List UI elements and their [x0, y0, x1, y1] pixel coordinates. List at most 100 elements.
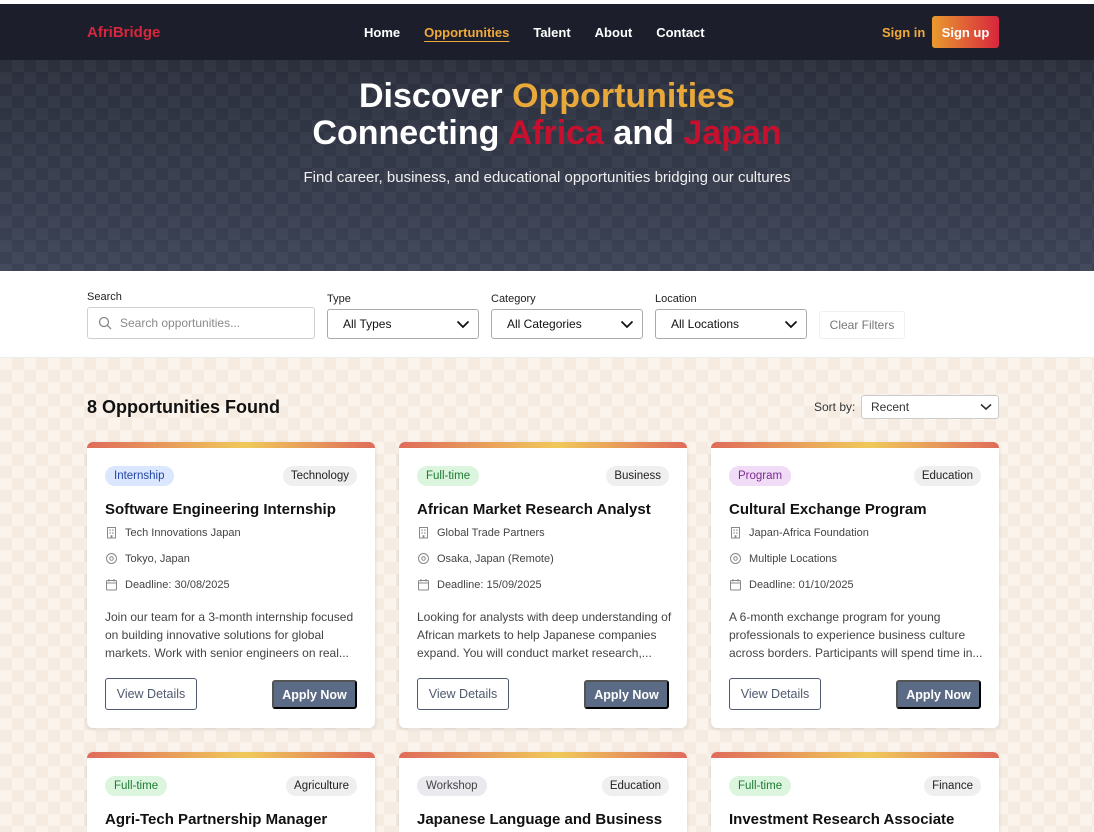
nav-link-opportunities[interactable]: Opportunities [424, 25, 509, 40]
building-icon [107, 527, 116, 539]
search-icon [98, 316, 112, 330]
category-label: Category [491, 293, 536, 305]
card-title[interactable]: African Market Research Analyst [417, 501, 651, 518]
type-badge: Full-time [729, 776, 792, 796]
deadline-text: Deadline: 01/10/2025 [749, 578, 854, 591]
search-field[interactable] [87, 307, 315, 339]
location-pin-icon [730, 553, 741, 564]
nav-link-contact[interactable]: Contact [656, 25, 704, 40]
location-select[interactable]: All Locations [655, 309, 807, 339]
hero-title: Discover Opportunities Connecting Africa… [0, 78, 1094, 152]
hero-section: Discover Opportunities Connecting Africa… [0, 60, 1094, 271]
card-accent-bar [711, 752, 999, 758]
calendar-icon [730, 579, 741, 591]
type-badge: Full-time [105, 776, 168, 796]
card-deadline: Deadline: 30/08/2025 [105, 578, 230, 591]
card-title[interactable]: Software Engineering Internship [105, 501, 336, 518]
category-select[interactable]: All Categories [491, 309, 643, 339]
sign-up-button[interactable]: Sign up [932, 16, 999, 48]
type-badge: Full-time [417, 466, 480, 486]
navbar: AfriBridge Home Opportunities Talent Abo… [0, 4, 1094, 60]
deadline-text: Deadline: 30/08/2025 [125, 578, 230, 591]
sort-select[interactable]: Recent [861, 395, 999, 419]
chevron-down-icon [980, 403, 992, 411]
card-location: Osaka, Japan (Remote) [417, 552, 554, 565]
location-text: Multiple Locations [749, 552, 838, 565]
company-name: Global Trade Partners [437, 526, 545, 539]
view-details-button[interactable]: View Details [105, 678, 197, 710]
chevron-down-icon [620, 320, 634, 328]
apply-now-button[interactable]: Apply Now [584, 680, 669, 709]
hero-title-highlight: Opportunities [512, 77, 735, 115]
opportunity-card: Internship Technology Software Engineeri… [87, 442, 375, 728]
category-badge: Agriculture [286, 776, 357, 796]
location-pin-icon [106, 553, 117, 564]
hero-subtitle: Find career, business, and educational o… [303, 169, 791, 186]
view-details-button[interactable]: View Details [417, 678, 509, 710]
filter-bar: Search Type All Types Category All Categ… [0, 271, 1094, 358]
card-location: Tokyo, Japan [105, 552, 190, 565]
type-select[interactable]: All Types [327, 309, 479, 339]
sort-select-value: Recent [871, 400, 910, 414]
building-icon [419, 527, 428, 539]
hero-title-part: and [603, 114, 684, 152]
hero-title-part: Discover [359, 77, 513, 115]
calendar-icon [106, 579, 117, 591]
card-title[interactable]: Agri-Tech Partnership Manager [105, 811, 327, 828]
location-label: Location [655, 293, 697, 305]
card-company: Global Trade Partners [417, 526, 545, 539]
nav-link-home[interactable]: Home [364, 25, 400, 40]
view-details-button[interactable]: View Details [729, 678, 821, 710]
apply-now-button[interactable]: Apply Now [272, 680, 357, 709]
opportunity-card: Full-time Finance Investment Research As… [711, 752, 999, 832]
card-accent-bar [399, 442, 687, 448]
deadline-text: Deadline: 15/09/2025 [437, 578, 542, 591]
company-name: Japan-Africa Foundation [749, 526, 869, 539]
card-company: Tech Innovations Japan [105, 526, 241, 539]
results-section: 8 Opportunities Found Sort by: Recent In… [0, 358, 1094, 832]
clear-filters-button[interactable]: Clear Filters [819, 311, 905, 339]
type-badge: Internship [105, 466, 174, 486]
logo[interactable]: AfriBridge [87, 24, 160, 41]
type-badge: Workshop [417, 776, 487, 796]
hero-title-africa: Africa [507, 114, 604, 152]
chevron-down-icon [456, 320, 470, 328]
card-description: A 6-month exchange program for young pro… [729, 610, 983, 660]
card-accent-bar [399, 752, 687, 758]
location-pin-icon [418, 553, 429, 564]
card-deadline: Deadline: 15/09/2025 [417, 578, 542, 591]
nav-links: Home Opportunities Talent About Contact [364, 25, 705, 40]
type-select-value: All Types [343, 317, 392, 331]
sign-in-link[interactable]: Sign in [882, 25, 925, 40]
opportunity-card: Workshop Education Japanese Language and… [399, 752, 687, 832]
card-title[interactable]: Japanese Language and Business [417, 811, 662, 828]
nav-link-talent[interactable]: Talent [533, 25, 570, 40]
card-deadline: Deadline: 01/10/2025 [729, 578, 854, 591]
search-input[interactable] [120, 316, 300, 330]
results-count: 8 Opportunities Found [87, 397, 280, 417]
category-badge: Finance [924, 776, 981, 796]
card-title[interactable]: Cultural Exchange Program [729, 501, 927, 518]
card-accent-bar [711, 442, 999, 448]
card-description: Looking for analysts with deep understan… [417, 610, 672, 660]
type-badge: Program [729, 466, 792, 486]
sort-label: Sort by: [814, 400, 856, 414]
category-select-value: All Categories [507, 317, 582, 331]
card-description: Join our team for a 3-month internship f… [105, 610, 354, 660]
card-location: Multiple Locations [729, 552, 837, 565]
search-label: Search [87, 291, 122, 303]
apply-now-button[interactable]: Apply Now [896, 680, 981, 709]
category-badge: Business [606, 466, 669, 486]
nav-link-about[interactable]: About [595, 25, 633, 40]
chevron-down-icon [784, 320, 798, 328]
category-badge: Education [601, 776, 669, 796]
company-name: Tech Innovations Japan [125, 526, 241, 539]
card-accent-bar [87, 442, 375, 448]
card-accent-bar [87, 752, 375, 758]
category-badge: Technology [282, 466, 357, 486]
card-title[interactable]: Investment Research Associate [729, 811, 954, 828]
opportunity-card: Full-time Agriculture Agri-Tech Partners… [87, 752, 375, 832]
location-select-value: All Locations [671, 317, 740, 331]
hero-title-japan: Japan [683, 114, 782, 152]
location-text: Tokyo, Japan [125, 552, 190, 565]
